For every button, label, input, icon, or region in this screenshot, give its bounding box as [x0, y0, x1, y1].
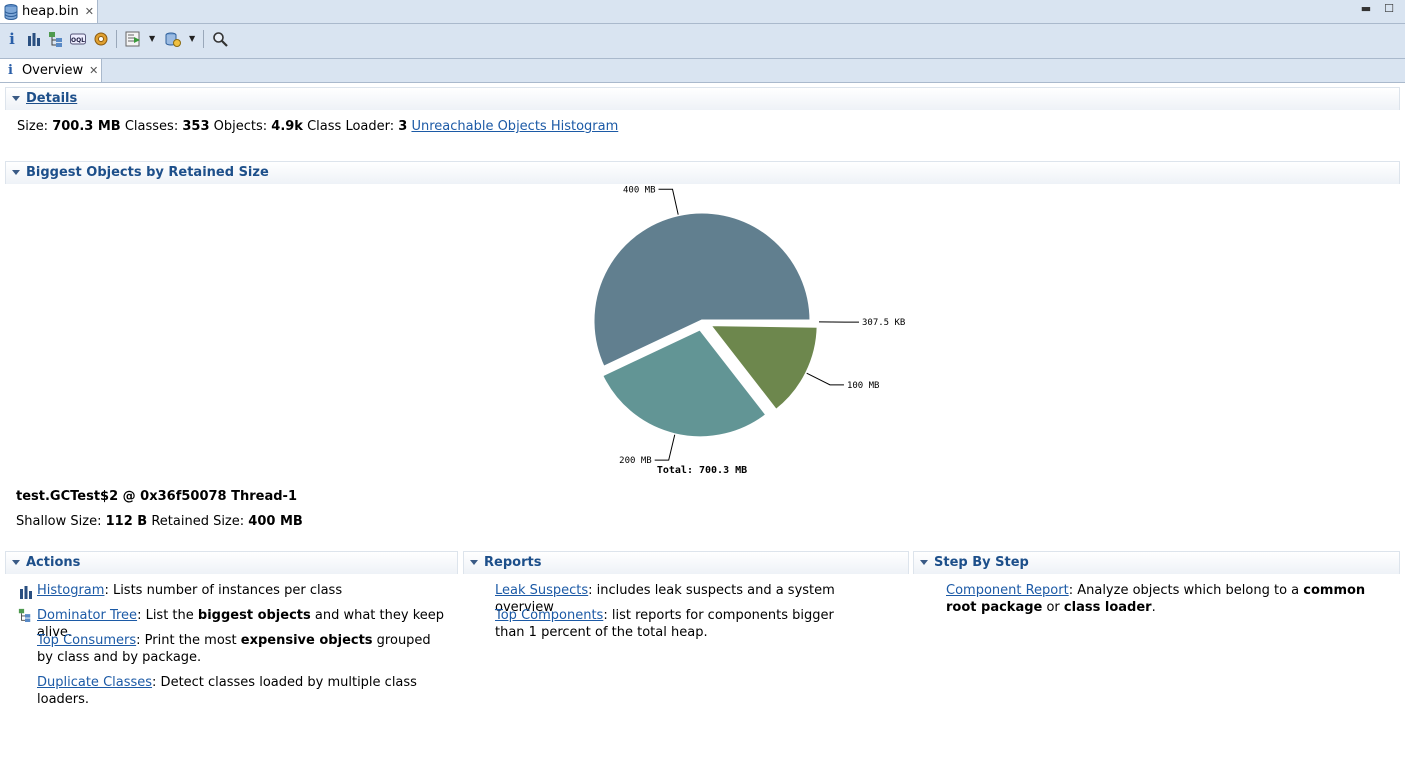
pie-leader-line [658, 188, 679, 215]
step-component-report: Component Report: Analyze objects which … [946, 583, 1366, 615]
dominator-tree-icon [18, 608, 31, 622]
shallow-size-label: Shallow Size: [16, 514, 102, 529]
result-tab-bar: i Overview ✕ [0, 59, 1405, 83]
toolbar: i OQL ▼ ▼ [0, 24, 1405, 59]
close-tab-icon[interactable]: ✕ [89, 64, 98, 77]
retained-size-value: 400 MB [248, 514, 303, 529]
top-consumers-link[interactable]: Top Consumers [37, 633, 136, 648]
pie-slice[interactable] [709, 319, 821, 325]
pie-total-label: Total: 700.3 MB [657, 465, 747, 476]
histogram-icon [20, 586, 32, 599]
pie-leader-line [806, 372, 844, 386]
oql-icon[interactable]: OQL [68, 29, 88, 49]
leak-suspects-link[interactable]: Leak Suspects [495, 583, 588, 598]
section-title[interactable]: Reports [484, 555, 541, 570]
section-title[interactable]: Details [26, 91, 77, 106]
editor-tab-bar: heap.bin ✕ ▬ ☐ [0, 0, 1405, 24]
editor-tab-label: heap.bin [22, 4, 79, 19]
selected-object-name: test.GCTest$2 @ 0x36f50078 Thread-1 [16, 489, 297, 504]
unreachable-objects-link[interactable]: Unreachable Objects Histogram [411, 119, 618, 134]
biggest-objects-section-header[interactable]: Biggest Objects by Retained Size [5, 161, 1400, 184]
database-icon [4, 3, 18, 20]
collapse-triangle-icon[interactable] [12, 560, 20, 565]
chevron-down-icon[interactable]: ▼ [149, 34, 155, 43]
pie-slice-label: 400 MB [623, 186, 656, 195]
svg-text:OQL: OQL [71, 37, 85, 44]
class-loader-value: 3 [398, 119, 408, 134]
toolbar-separator [203, 30, 204, 48]
collapse-triangle-icon[interactable] [470, 560, 478, 565]
size-value: 700.3 MB [52, 119, 121, 134]
details-section-header[interactable]: Details [5, 87, 1400, 110]
search-icon[interactable] [210, 29, 230, 49]
action-histogram: Histogram: Lists number of instances per… [37, 583, 343, 598]
actions-section-header[interactable]: Actions [5, 551, 458, 574]
classes-label: Classes: [124, 119, 179, 134]
objects-label: Objects: [213, 119, 268, 134]
component-report-link[interactable]: Component Report [946, 583, 1069, 598]
info-icon[interactable]: i [2, 29, 22, 49]
pie-slice-label: 307.5 KB [862, 318, 905, 328]
heap-dump-overview-icon[interactable] [91, 29, 111, 49]
dominator-tree-icon[interactable] [46, 29, 66, 49]
histogram-icon[interactable] [24, 29, 44, 49]
minimize-icon[interactable]: ▬ [1360, 3, 1372, 15]
collapse-triangle-icon[interactable] [12, 96, 20, 101]
class-loader-label: Class Loader: [307, 119, 395, 134]
histogram-link[interactable]: Histogram [37, 583, 104, 598]
info-icon: i [8, 63, 13, 78]
tab-overview[interactable]: i Overview ✕ [0, 59, 102, 82]
reports-section-header[interactable]: Reports [463, 551, 909, 574]
shallow-size-value: 112 B [105, 514, 148, 529]
duplicate-classes-link[interactable]: Duplicate Classes [37, 675, 152, 690]
tab-overview-label: Overview [21, 63, 84, 78]
collapse-triangle-icon[interactable] [920, 560, 928, 565]
report-top-components: Top Components: list reports for compone… [495, 608, 834, 640]
dominator-tree-link[interactable]: Dominator Tree [37, 608, 137, 623]
retained-size-pie-chart[interactable]: 400 MB 200 MB 100 MB 307.5 KB Total: 700.3 M… [580, 186, 920, 481]
pie-slice-label: 200 MB [619, 456, 652, 466]
pie-leader-line [654, 434, 676, 461]
retained-size-label: Retained Size: [151, 514, 245, 529]
action-top-consumers: Top Consumers: Print the most expensive … [37, 633, 431, 665]
pie-slice-label: 100 MB [847, 381, 880, 391]
action-duplicate-classes: Duplicate Classes: Detect classes loaded… [37, 675, 417, 707]
size-label: Size: [17, 119, 49, 134]
selected-object-sizes: Shallow Size: 112 B Retained Size: 400 M… [16, 514, 303, 529]
section-title[interactable]: Step By Step [934, 555, 1029, 570]
maximize-icon[interactable]: ☐ [1383, 3, 1395, 15]
section-title[interactable]: Actions [26, 555, 80, 570]
collapse-triangle-icon[interactable] [12, 170, 20, 175]
step-by-step-section-header[interactable]: Step By Step [913, 551, 1400, 574]
editor-tab-heap[interactable]: heap.bin ✕ [0, 0, 98, 23]
classes-value: 353 [182, 119, 210, 134]
chevron-down-icon[interactable]: ▼ [189, 34, 195, 43]
toolbar-separator [116, 30, 117, 48]
close-tab-icon[interactable]: ✕ [85, 5, 94, 18]
objects-value: 4.9k [271, 119, 303, 134]
run-report-icon[interactable] [123, 29, 143, 49]
query-browser-icon[interactable] [163, 29, 183, 49]
details-summary: Size: 700.3 MB Classes: 353 Objects: 4.9… [17, 119, 618, 134]
top-components-link[interactable]: Top Components [495, 608, 603, 623]
section-title[interactable]: Biggest Objects by Retained Size [26, 165, 269, 180]
